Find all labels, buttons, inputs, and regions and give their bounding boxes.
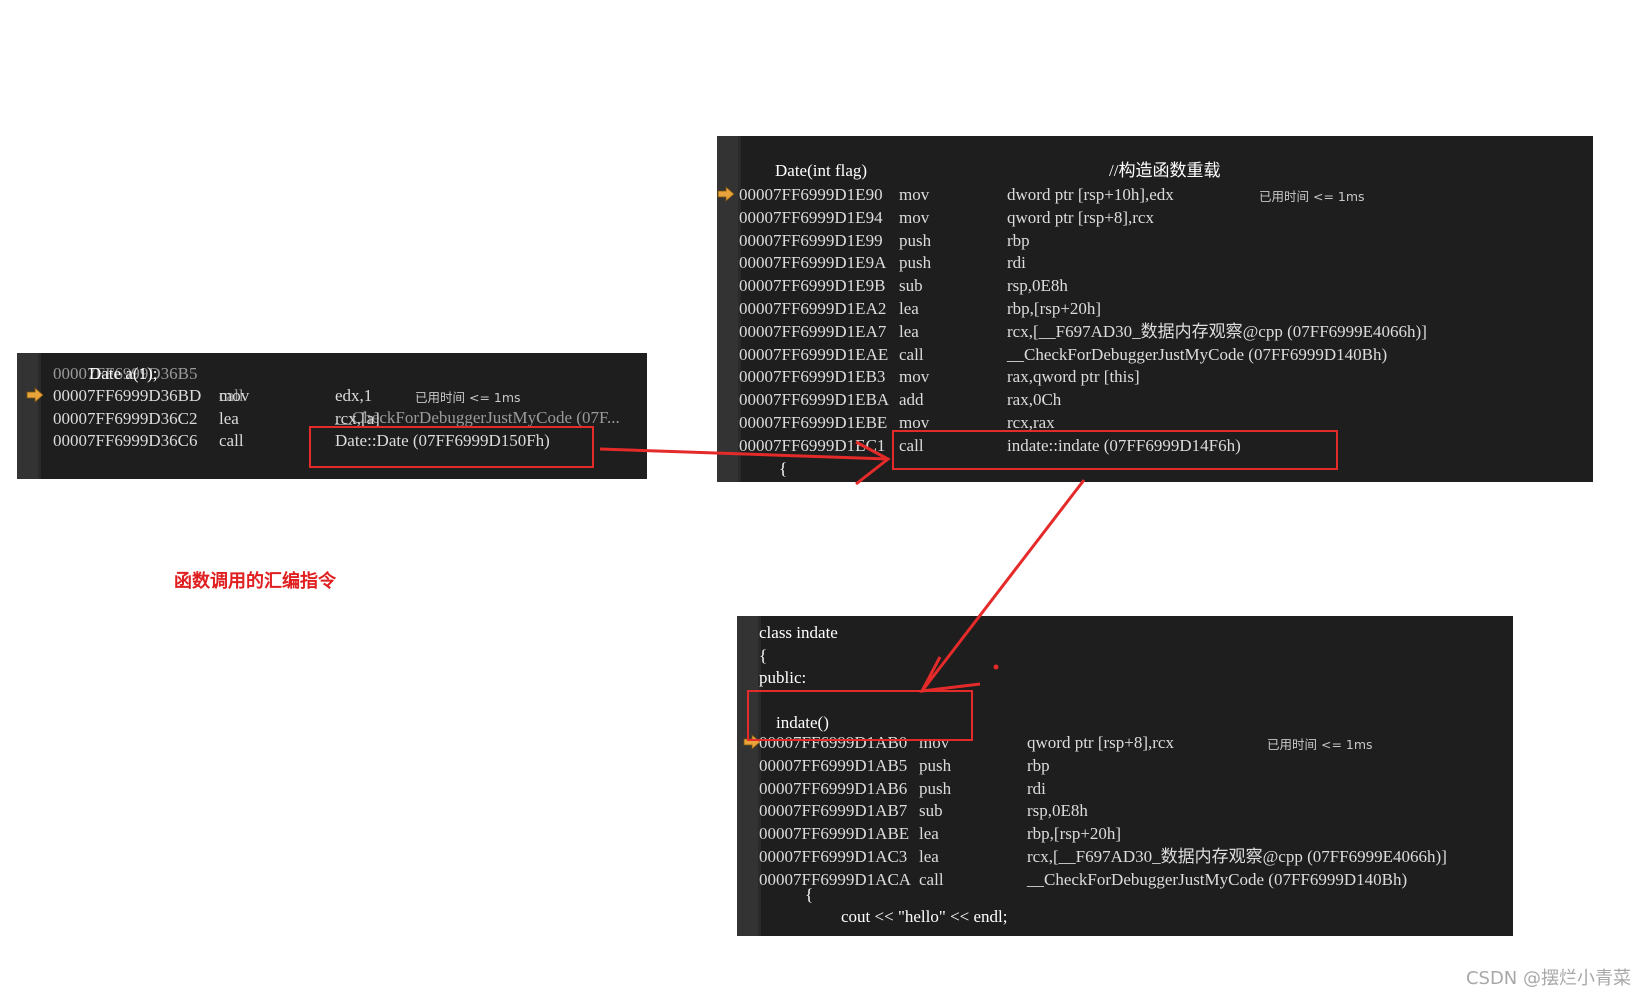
arrowhead [855,440,891,486]
red-dot [993,664,999,670]
arrow-line [599,447,889,461]
arrowhead [919,656,981,693]
annotation-arrows [599,440,1086,693]
arrow-line [920,479,1086,692]
watermark: CSDN @摆烂小青菜 [1465,968,1631,989]
caption: 函数调用的汇编指令 [174,571,336,592]
